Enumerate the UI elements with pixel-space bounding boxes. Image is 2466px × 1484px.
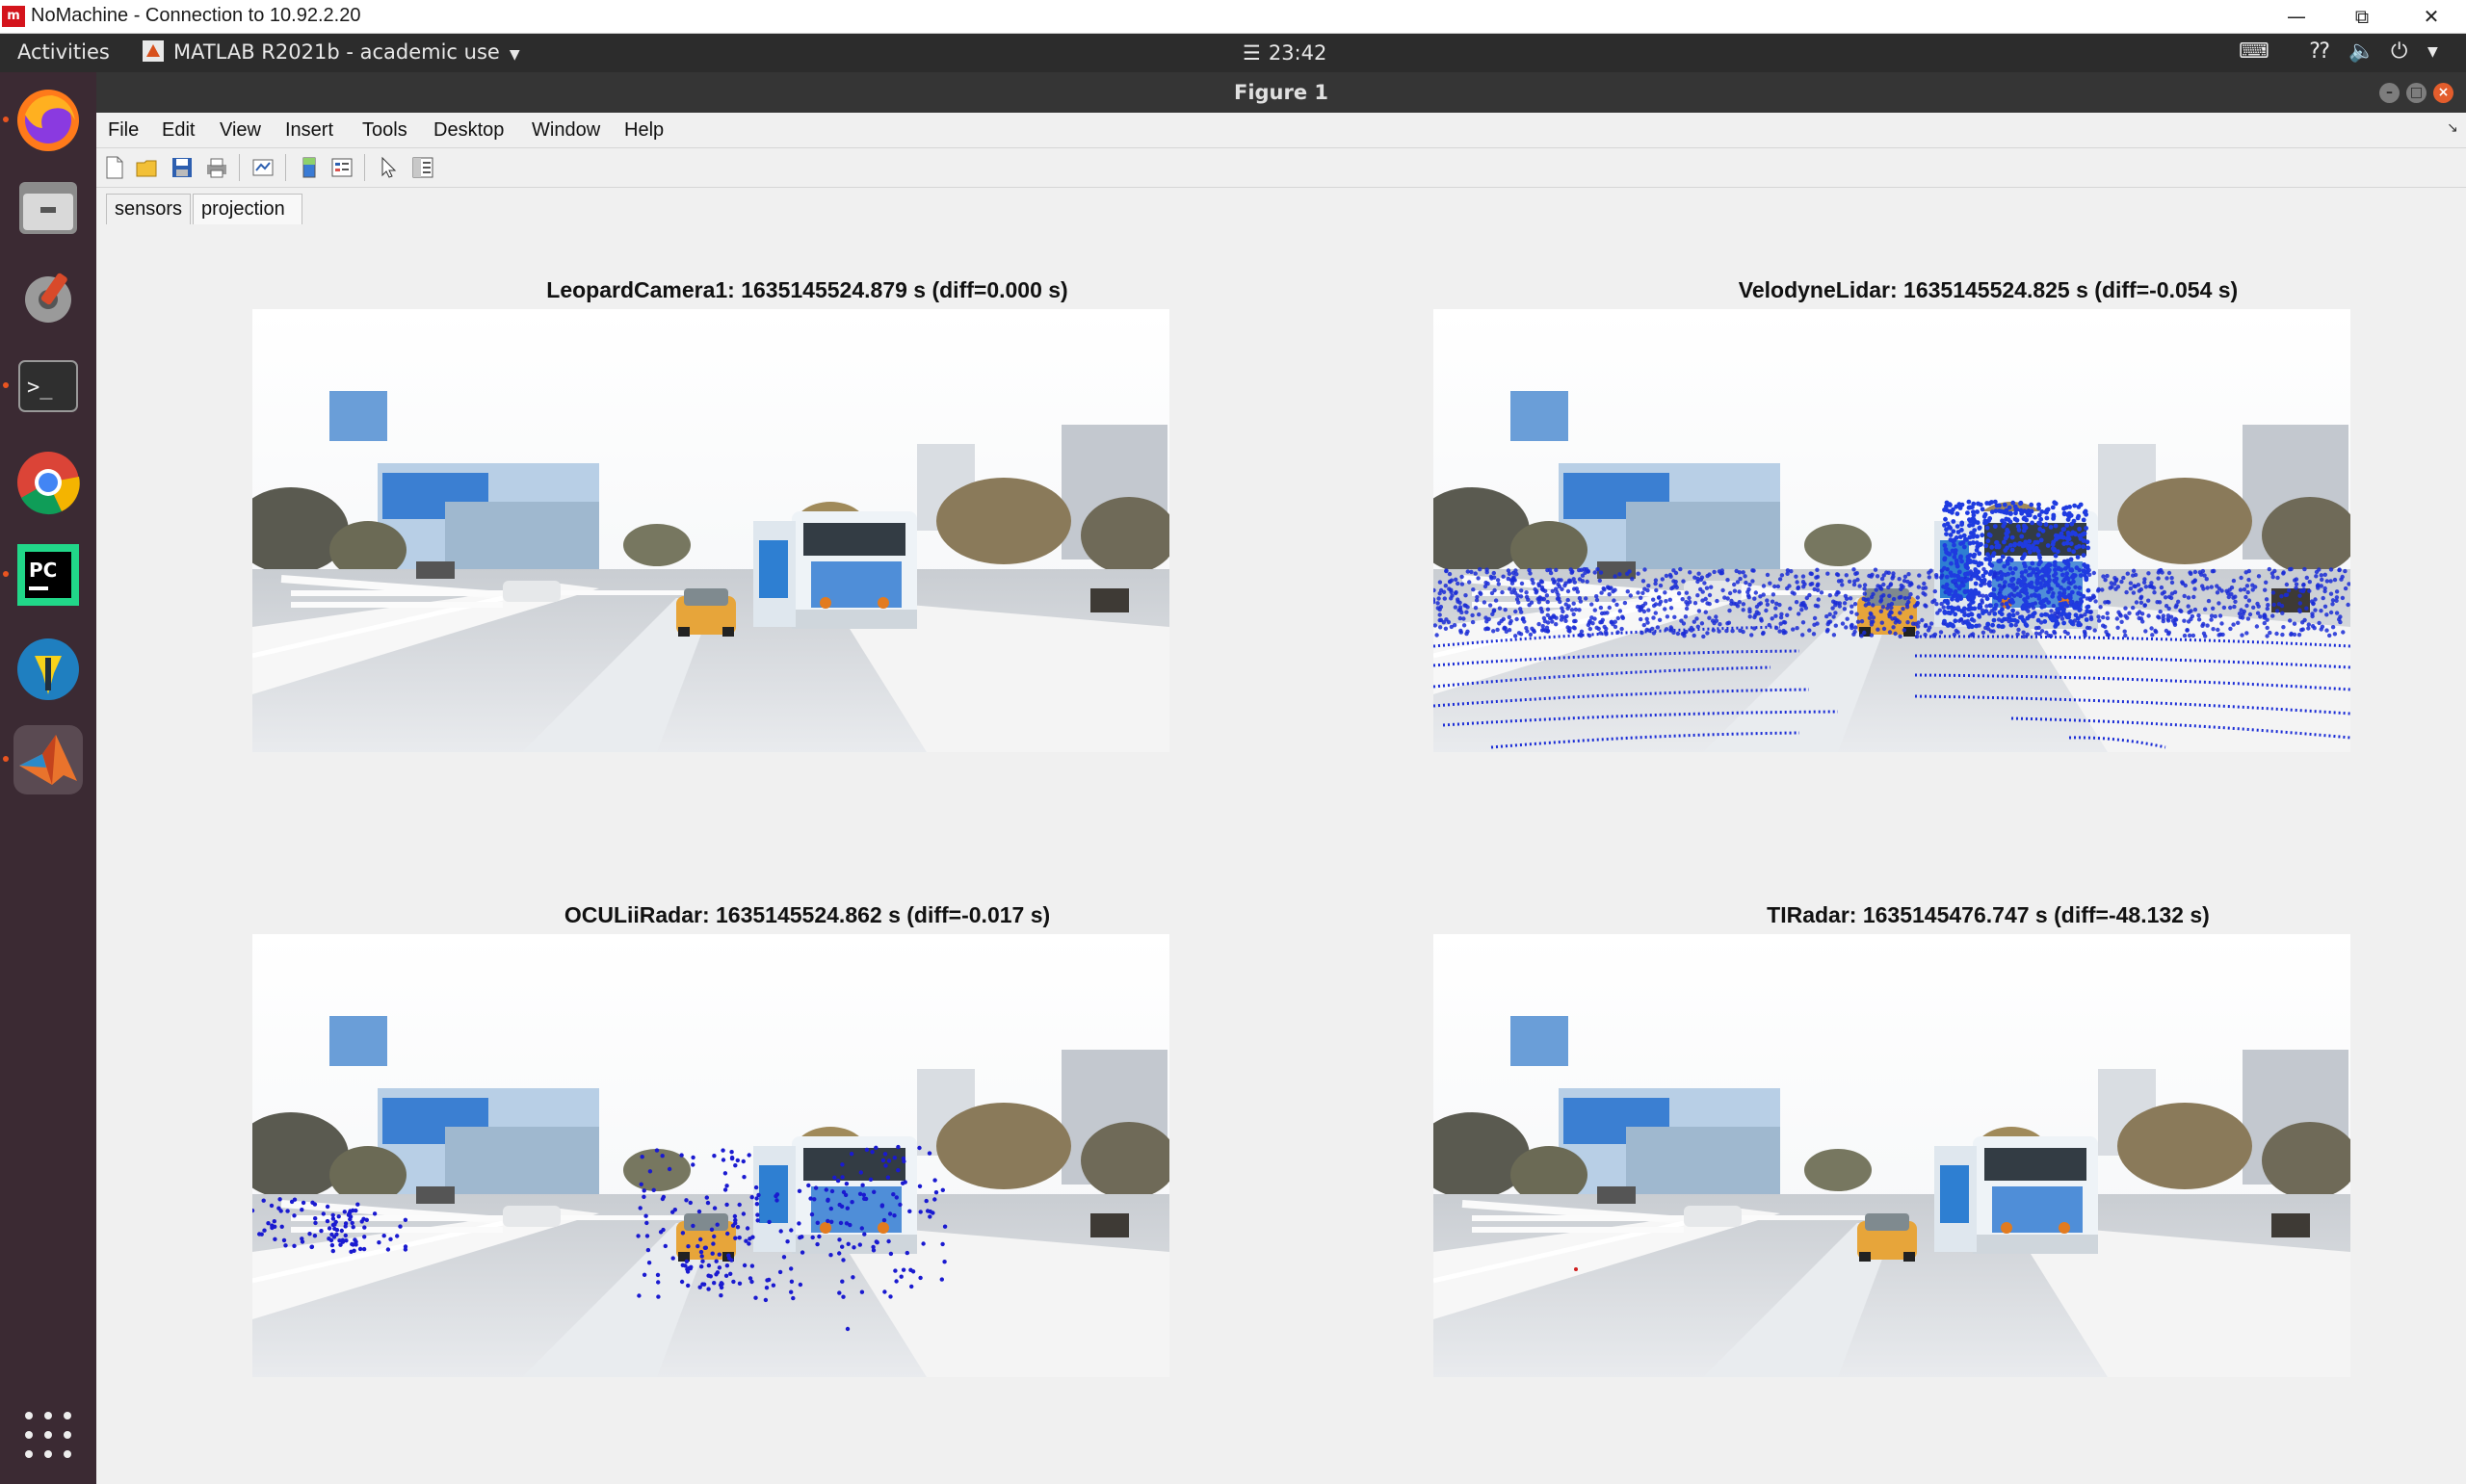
keyboard-icon[interactable]: ⌨ [2239, 39, 2269, 64]
nomachine-titlebar: m NoMachine - Connection to 10.92.2.20 —… [0, 0, 2466, 34]
chrome-icon[interactable] [13, 448, 83, 517]
minimize-icon[interactable]: — [2262, 0, 2331, 33]
close-icon[interactable]: ✕ [2397, 0, 2466, 33]
nomachine-title: NoMachine - Connection to 10.92.2.20 [31, 5, 361, 26]
new-figure-icon[interactable] [102, 155, 127, 180]
dock: >_ PC [0, 72, 96, 1484]
window-close-icon[interactable]: × [2433, 83, 2453, 103]
running-indicator [3, 117, 9, 122]
subplot-title-camera: LeopardCamera1: 1635145524.879 s (diff=0… [546, 277, 1068, 302]
subplot-title-ti-radar: TIRadar: 1635145476.747 s (diff=-48.132 … [1767, 902, 2210, 927]
window-minimize-icon[interactable]: – [2379, 83, 2400, 103]
open-file-icon[interactable] [135, 155, 160, 180]
scene-picture [252, 934, 1169, 1377]
menu-edit[interactable]: Edit [162, 119, 195, 142]
camera-image[interactable] [252, 309, 1169, 752]
legend-icon[interactable] [329, 155, 354, 180]
menu-window[interactable]: Window [532, 119, 600, 142]
menu-tools[interactable]: Tools [362, 119, 407, 142]
settings-icon[interactable] [13, 263, 83, 332]
matlab-icon[interactable] [13, 725, 83, 794]
running-indicator [3, 382, 9, 388]
edit-plot-arrow-icon[interactable] [376, 155, 401, 180]
toolbar-separator [239, 154, 240, 181]
oculii-radar-projection-image[interactable] [252, 934, 1169, 1377]
scene-picture [1433, 309, 2350, 752]
tab-projection[interactable]: projection [193, 194, 302, 224]
scene-picture [252, 309, 1169, 752]
toolbar-separator [285, 154, 286, 181]
subplot-title-lidar: VelodyneLidar: 1635145524.825 s (diff=-0… [1738, 277, 2239, 302]
activities-button[interactable]: Activities [17, 40, 110, 64]
terminal-label: >_ [27, 376, 53, 400]
toolbar-separator [364, 154, 365, 181]
tab-sensors[interactable]: sensors [106, 194, 191, 224]
save-icon[interactable] [170, 155, 195, 180]
menu-file[interactable]: File [108, 119, 139, 142]
print-icon[interactable] [204, 155, 229, 180]
app-menu-label: MATLAB R2021b - academic use [173, 40, 500, 64]
calendar-icon: ☰ [1243, 41, 1261, 65]
window-maximize-icon[interactable]: □ [2406, 83, 2427, 103]
running-indicator [3, 756, 9, 762]
power-icon[interactable]: ⏻ [2391, 39, 2407, 64]
scene-picture [1433, 934, 2350, 1377]
nomachine-logo: m [2, 6, 25, 27]
subplot-title-oculii-radar: OCULiiRadar: 1635145524.862 s (diff=-0.0… [564, 902, 1051, 927]
link-plot-icon[interactable] [250, 155, 275, 180]
terminal-icon[interactable]: >_ [13, 351, 83, 421]
matlab-small-icon [143, 40, 164, 62]
running-indicator [3, 571, 9, 577]
app-icon[interactable] [13, 635, 83, 704]
clock-label: 23:42 [1268, 41, 1327, 65]
pycharm-icon[interactable]: PC [13, 540, 83, 610]
ti-radar-projection-image[interactable] [1433, 934, 2350, 1377]
chevron-down-icon: ▼ [509, 47, 520, 63]
figure-toolbar [96, 147, 2466, 188]
clock[interactable]: ☰ 23:42 [1243, 41, 1326, 65]
figure-title: Figure 1 [1233, 81, 1329, 104]
colorbar-icon[interactable] [297, 155, 322, 180]
menu-insert[interactable]: Insert [285, 119, 333, 142]
volume-icon[interactable]: 🔈 [2348, 39, 2374, 64]
menubar: File Edit View Insert Tools Desktop Wind… [96, 113, 2466, 147]
figure-content: File Edit View Insert Tools Desktop Wind… [96, 113, 2466, 1484]
system-menu-chevron-icon[interactable]: ▼ [2427, 44, 2438, 60]
menu-desktop[interactable]: Desktop [433, 119, 504, 142]
files-icon[interactable] [13, 172, 83, 242]
dock-figure-icon[interactable]: ↘ [2447, 120, 2458, 136]
projected-points-overlay [1574, 1267, 1578, 1271]
firefox-icon[interactable] [13, 86, 83, 155]
gnome-topbar: Activities MATLAB R2021b - academic use ▼… [0, 34, 2466, 72]
lidar-projection-image[interactable] [1433, 309, 2350, 752]
property-inspector-icon[interactable] [410, 155, 435, 180]
figure-titlebar: Figure 1 – □ × [96, 72, 2466, 113]
menu-help[interactable]: Help [624, 119, 664, 142]
app-menu[interactable]: MATLAB R2021b - academic use ▼ [143, 40, 520, 64]
menu-view[interactable]: View [220, 119, 261, 142]
pycharm-label: PC [29, 559, 57, 582]
network-icon[interactable]: ⁇ [2310, 39, 2329, 64]
restore-icon[interactable]: ⧉ [2327, 0, 2397, 33]
show-applications-icon[interactable] [21, 1408, 75, 1462]
